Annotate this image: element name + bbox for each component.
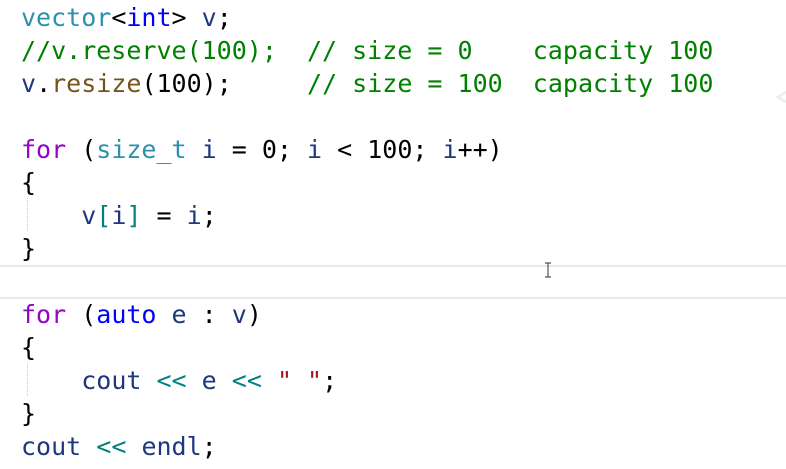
code-token: ); [201,69,308,98]
code-token: e [156,300,187,329]
code-token: 100 [156,69,202,98]
code-line-text: } [21,232,36,265]
code-line-text: for (auto e : v) [21,298,262,331]
code-token: for [21,135,67,164]
code-token: ] [126,201,142,230]
code-token: i [442,135,458,164]
code-line[interactable]: } [0,232,786,265]
code-token: cout [81,366,142,395]
code-line-text: cout << e << " "; [21,364,337,397]
code-token: : [186,300,232,329]
code-token: i [307,135,323,164]
code-line-text: { [21,331,36,364]
code-line[interactable]: v.resize(100); // size = 100 capacity 10… [0,67,786,100]
code-token: int [126,3,172,32]
code-token: ; [412,135,443,164]
code-token: //v.reserve(100); // size = 0 capacity 1… [21,36,714,65]
code-line[interactable]: v[i] = i; [0,199,786,232]
code-line-text: for (size_t i = 0; i < 100; i++) [21,133,503,166]
code-token: = [141,201,187,230]
code-token: = [216,135,262,164]
code-token: ; [276,135,308,164]
code-token: e [201,366,217,395]
lightbulb-icon[interactable] [772,88,786,106]
code-line[interactable]: //v.reserve(100); // size = 0 capacity 1… [0,34,786,67]
code-token: << [141,366,202,395]
code-line[interactable]: for (size_t i = 0; i < 100; i++) [0,133,786,166]
code-line-text: v[i] = i; [21,199,217,232]
code-line-text: //v.reserve(100); // size = 0 capacity 1… [21,34,713,67]
code-line[interactable]: } [0,397,786,430]
code-token: ( [66,300,97,329]
code-token: i [111,201,127,230]
code-line[interactable]: cout << endl; [0,430,786,463]
code-token: [ [96,201,112,230]
code-token: < [111,3,127,32]
code-token: cout [21,432,82,461]
code-token: ++) [457,135,503,164]
code-token: . [36,69,52,98]
code-token: { [21,168,37,197]
code-token: size_t [96,135,187,164]
code-line-text: vector<int> v; [21,1,232,34]
code-line[interactable]: for (auto e : v) [0,298,786,331]
code-token: ( [66,135,97,164]
code-token: << [81,432,142,461]
code-line[interactable] [0,265,786,298]
code-line-text: v.resize(100); // size = 100 capacity 10… [21,67,713,100]
code-token: { [21,333,37,362]
code-token: i [186,135,217,164]
code-token: < [322,135,368,164]
code-token: } [21,234,37,263]
code-token: ) [246,300,262,329]
code-token: > [171,3,187,32]
code-token: v [21,69,37,98]
code-token: } [21,399,37,428]
code-token: 0 [261,135,277,164]
code-line[interactable]: { [0,166,786,199]
text-cursor-icon [545,262,551,278]
code-token: ; [201,432,217,461]
code-line-text: { [21,166,36,199]
code-line[interactable] [0,100,786,133]
code-token: for [21,300,67,329]
code-token: ; [216,3,232,32]
code-token: 100 [367,135,413,164]
code-token: v [231,300,247,329]
code-token: resize [51,69,142,98]
code-line-text: } [21,397,36,430]
code-token: " " [276,366,323,395]
code-line[interactable]: vector<int> v; [0,1,786,34]
code-editor[interactable]: vector<int> v;//v.reserve(100); // size … [0,0,786,469]
code-token: v [81,201,97,230]
code-token: i [186,201,202,230]
code-line-text: cout << endl; [21,430,217,463]
code-token: // size = 100 capacity 100 [307,69,714,98]
code-token: vector [21,3,112,32]
code-token: ( [141,69,157,98]
code-token: auto [96,300,157,329]
code-line[interactable]: cout << e << " "; [0,364,786,397]
code-token: ; [322,366,338,395]
code-line[interactable]: { [0,331,786,364]
code-token: endl [141,432,202,461]
code-token: << [216,366,277,395]
code-token: v [186,3,217,32]
code-token: ; [201,201,217,230]
